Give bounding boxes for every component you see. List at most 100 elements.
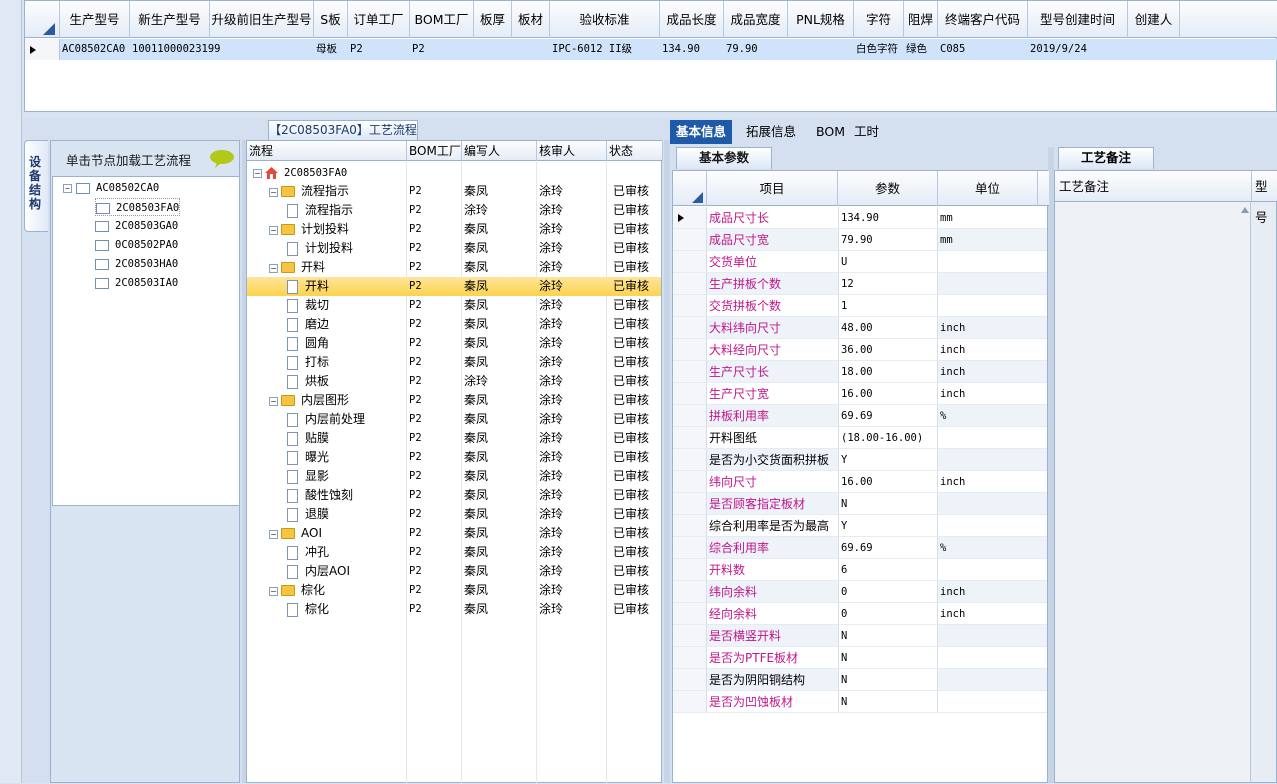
- grid-cell[interactable]: [210, 39, 314, 60]
- collapse-icon[interactable]: −: [269, 264, 278, 273]
- param-value[interactable]: Y: [838, 449, 938, 470]
- param-value[interactable]: N: [838, 647, 938, 668]
- grid-cell[interactable]: 79.90: [724, 39, 788, 60]
- process-row[interactable]: 棕化 P2 秦凤 涂玲 已审核: [247, 600, 661, 619]
- col-header[interactable]: 订单工厂: [348, 1, 410, 38]
- param-row[interactable]: 开料图纸 (18.00-16.00): [673, 427, 1047, 449]
- process-row[interactable]: 冲孔 P2 秦凤 涂玲 已审核: [247, 543, 661, 562]
- collapse-icon[interactable]: −: [269, 226, 278, 235]
- param-row[interactable]: 是否为凹蚀板材 N: [673, 691, 1047, 713]
- grid-cell[interactable]: P2: [410, 39, 474, 60]
- param-col-header[interactable]: 参数: [838, 171, 938, 206]
- tab-process-remarks[interactable]: 工艺备注: [1058, 147, 1154, 169]
- param-row[interactable]: 成品尺寸宽 79.90 mm: [673, 229, 1047, 251]
- param-value[interactable]: Y: [838, 515, 938, 536]
- param-value[interactable]: 12: [838, 273, 938, 294]
- process-col-header[interactable]: 编写人: [462, 141, 537, 161]
- grid-cell[interactable]: [474, 39, 512, 60]
- param-row[interactable]: 交货拼板个数 1: [673, 295, 1047, 317]
- process-col-header[interactable]: BOM工厂: [407, 141, 462, 161]
- model-grid-row[interactable]: AC08502CA0 10011000023199 母板 P2 P2 IPC-6012 I…: [25, 39, 1277, 60]
- param-row[interactable]: 是否横竖开料 N: [673, 625, 1047, 647]
- collapse-icon[interactable]: −: [269, 397, 278, 406]
- param-row[interactable]: 交货单位 U: [673, 251, 1047, 273]
- model-grid[interactable]: 生产型号 新生产型号 升级前旧生产型号 S板 订单工厂 BOM工厂 板厚 板材 验收标准 成品长度…: [24, 0, 1277, 112]
- process-row[interactable]: 打标 P2 秦凤 涂玲 已审核: [247, 353, 661, 372]
- param-row[interactable]: 纬向尺寸 16.00 inch: [673, 471, 1047, 493]
- left-splitter[interactable]: [242, 140, 246, 783]
- grid-cell[interactable]: C085: [938, 39, 1028, 60]
- param-value[interactable]: N: [838, 691, 938, 712]
- process-row[interactable]: 计划投料 P2 秦凤 涂玲 已审核: [247, 239, 661, 258]
- process-row[interactable]: − AOI P2 秦凤 涂玲 已审核: [247, 524, 661, 543]
- grid-cell[interactable]: 10011000023199: [130, 39, 221, 60]
- param-row[interactable]: 是否为阴阳铜结构 N: [673, 669, 1047, 691]
- param-col-header[interactable]: 单位: [938, 171, 1038, 206]
- param-row[interactable]: 是否为小交货面积拼板 Y: [673, 449, 1047, 471]
- grid-cell[interactable]: 134.90: [660, 39, 724, 60]
- process-row[interactable]: − 内层图形 P2 秦凤 涂玲 已审核: [247, 391, 661, 410]
- grid-cell[interactable]: 母板: [314, 39, 348, 60]
- grid-cell[interactable]: [1128, 39, 1180, 60]
- process-col-header[interactable]: 核审人: [537, 141, 607, 161]
- process-row[interactable]: − 流程指示 P2 秦凤 涂玲 已审核: [247, 182, 661, 201]
- info-tab[interactable]: 工时: [848, 120, 885, 144]
- col-header[interactable]: 板材: [512, 1, 550, 38]
- param-value[interactable]: 6: [838, 559, 938, 580]
- process-row[interactable]: − 棕化 P2 秦凤 涂玲 已审核: [247, 581, 661, 600]
- tree-node[interactable]: 2C08503FA0: [95, 198, 181, 216]
- param-row[interactable]: 是否为PTFE板材 N: [673, 647, 1047, 669]
- process-row[interactable]: 显影 P2 秦凤 涂玲 已审核: [247, 467, 661, 486]
- middle-splitter[interactable]: [664, 140, 670, 783]
- col-header[interactable]: BOM工厂: [410, 1, 474, 38]
- param-row[interactable]: 纬向余料 0 inch: [673, 581, 1047, 603]
- param-value[interactable]: N: [838, 669, 938, 690]
- param-col-header[interactable]: 项目: [707, 171, 838, 206]
- param-value[interactable]: N: [838, 493, 938, 514]
- process-root-row[interactable]: − 2C08503FA0: [247, 163, 661, 182]
- col-header[interactable]: 创建人: [1128, 1, 1180, 38]
- param-value[interactable]: 69.69: [838, 405, 938, 426]
- col-header[interactable]: 字符: [854, 1, 904, 38]
- param-row[interactable]: 生产尺寸长 18.00 inch: [673, 361, 1047, 383]
- info-tab[interactable]: 拓展信息: [740, 120, 802, 144]
- process-row[interactable]: 酸性蚀刻 P2 秦凤 涂玲 已审核: [247, 486, 661, 505]
- param-value[interactable]: 0: [838, 581, 938, 602]
- tree-node[interactable]: 2C08503GA0: [95, 217, 178, 235]
- param-row[interactable]: 综合利用率是否为最高 Y: [673, 515, 1047, 537]
- params-grid[interactable]: 项目 参数 单位 成品尺寸长 134.90 mm 成品尺寸宽 79.90 mm 交货单位 U 生产拼…: [672, 170, 1049, 783]
- process-row[interactable]: − 计划投料 P2 秦凤 涂玲 已审核: [247, 220, 661, 239]
- process-row[interactable]: 贴膜 P2 秦凤 涂玲 已审核: [247, 429, 661, 448]
- collapse-icon[interactable]: −: [253, 169, 262, 178]
- col-header[interactable]: 验收标准: [550, 1, 660, 38]
- grid-cell[interactable]: P2: [348, 39, 410, 60]
- collapse-icon[interactable]: −: [269, 587, 278, 596]
- info-tab[interactable]: 基本信息: [670, 120, 733, 144]
- tab-process-flow[interactable]: 【2C08503FA0】工艺流程: [268, 120, 418, 140]
- grid-cell[interactable]: 2019/9/24: [1028, 39, 1128, 60]
- collapse-icon[interactable]: −: [63, 184, 72, 193]
- process-row[interactable]: 曝光 P2 秦凤 涂玲 已审核: [247, 448, 661, 467]
- grid-cell[interactable]: IPC-6012 II级: [550, 39, 660, 60]
- param-value[interactable]: 1: [838, 295, 938, 316]
- param-row[interactable]: 生产拼板个数 12: [673, 273, 1047, 295]
- param-row[interactable]: 生产尺寸宽 16.00 inch: [673, 383, 1047, 405]
- param-value[interactable]: (18.00-16.00): [838, 427, 938, 448]
- collapse-icon[interactable]: −: [269, 530, 278, 539]
- param-row[interactable]: 经向余料 0 inch: [673, 603, 1047, 625]
- structure-tree[interactable]: − AC08502CA0 2C08503FA0 2C08503GA0 0C08502PA…: [52, 176, 240, 506]
- param-value[interactable]: 0: [838, 603, 938, 624]
- tab-basic-params[interactable]: 基本参数: [676, 147, 772, 169]
- grid-cell[interactable]: 绿色: [904, 39, 938, 60]
- process-row[interactable]: 内层前处理 P2 秦凤 涂玲 已审核: [247, 410, 661, 429]
- param-value[interactable]: 16.00: [838, 471, 938, 492]
- tree-node[interactable]: 2C08503IA0: [95, 274, 178, 292]
- col-header[interactable]: 阻焊: [904, 1, 938, 38]
- param-value[interactable]: 79.90: [838, 229, 938, 250]
- tree-root[interactable]: − AC08502CA0: [63, 179, 159, 197]
- param-value[interactable]: N: [838, 625, 938, 646]
- col-header[interactable]: 成品宽度: [724, 1, 788, 38]
- remarks-textarea[interactable]: [1055, 202, 1251, 782]
- info-tab[interactable]: BOM: [810, 120, 851, 144]
- grid-cell[interactable]: [788, 39, 854, 60]
